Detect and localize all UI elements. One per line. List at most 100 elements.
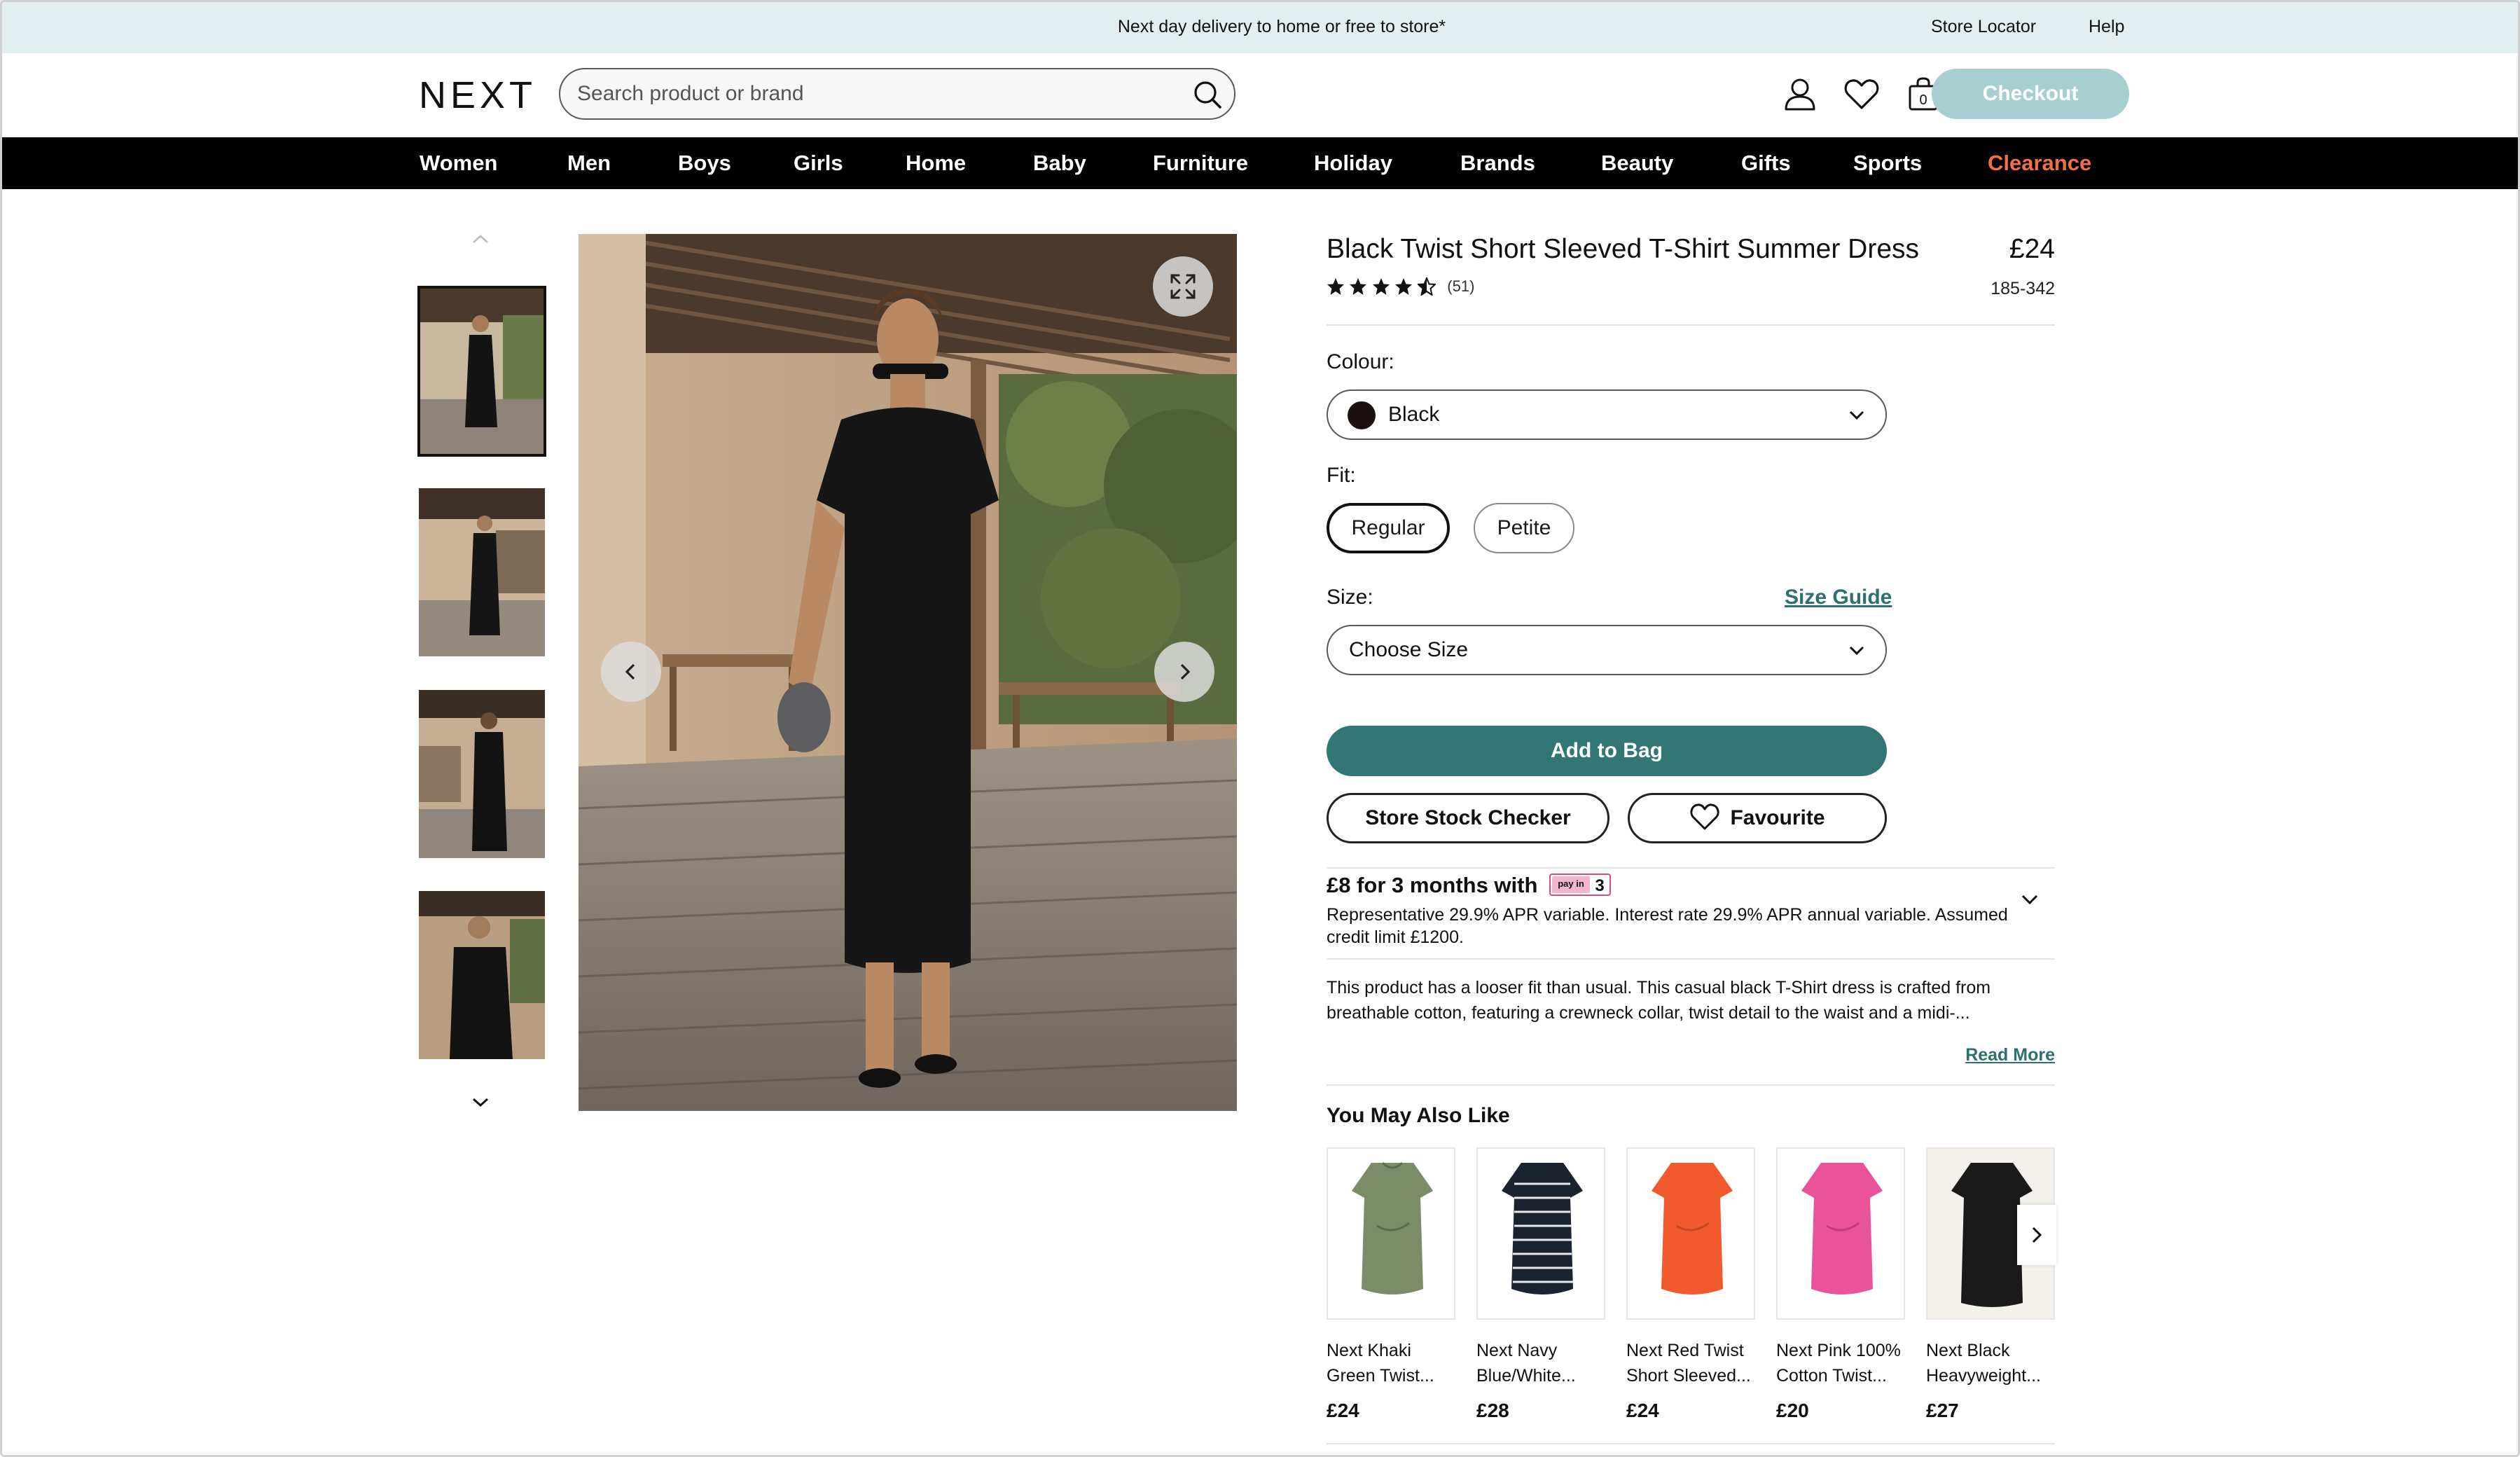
colour-swatch xyxy=(1348,401,1376,429)
chevron-down-icon xyxy=(1849,410,1864,420)
nav-item-clearance[interactable]: Clearance xyxy=(1988,137,2091,189)
rec-price: £20 xyxy=(1776,1400,1809,1421)
promo-message[interactable]: Next day delivery to home or free to sto… xyxy=(0,0,2520,53)
review-count[interactable]: (51) xyxy=(1447,277,1474,296)
size-guide-link[interactable]: Size Guide xyxy=(1785,586,1892,609)
payin3-badge-small: pay in xyxy=(1558,878,1584,889)
thumbnail-3-image xyxy=(419,690,545,858)
fit-regular-button[interactable]: Regular xyxy=(1327,503,1450,553)
search-bar xyxy=(559,68,1235,120)
promo-bar: Next day delivery to home or free to sto… xyxy=(0,0,2520,53)
rec-name: Next Navy Blue/White... xyxy=(1476,1341,1576,1386)
expand-icon xyxy=(1170,274,1196,299)
thumbs-up-chevron-icon[interactable] xyxy=(468,231,493,248)
dress-image xyxy=(1652,1163,1733,1294)
main-product-image[interactable] xyxy=(579,234,1237,1111)
divider xyxy=(1327,324,2055,326)
store-stock-checker-button[interactable]: Store Stock Checker xyxy=(1327,793,1609,843)
nav-item-men[interactable]: Men xyxy=(567,137,611,189)
bag-count: 0 xyxy=(1919,92,1927,108)
nav-item-gifts[interactable]: Gifts xyxy=(1741,137,1791,189)
store-locator-link[interactable]: Store Locator xyxy=(1931,0,2036,53)
finance-title: £8 for 3 months with pay in 3 xyxy=(1327,873,1612,898)
nav-item-holiday[interactable]: Holiday xyxy=(1314,137,1392,189)
you-may-also-like-title: You May Also Like xyxy=(1327,1104,1510,1127)
product-description: This product has a looser fit than usual… xyxy=(1327,978,1991,1023)
fullscreen-button[interactable] xyxy=(1153,256,1213,317)
rec-price: £24 xyxy=(1327,1400,1359,1421)
nav-item-beauty[interactable]: Beauty xyxy=(1601,137,1673,189)
rec-name: Next Khaki Green Twist... xyxy=(1327,1341,1434,1386)
nav-item-boys[interactable]: Boys xyxy=(678,137,731,189)
heart-icon[interactable] xyxy=(1842,74,1881,113)
product-photo xyxy=(579,234,1237,1111)
chevron-down-icon xyxy=(1849,646,1864,656)
main-nav: Women Men Boys Girls Home Baby Furniture… xyxy=(0,137,2520,189)
search-icon[interactable] xyxy=(1192,79,1223,110)
size-select[interactable]: Choose Size xyxy=(1327,625,1887,675)
chevron-down-icon[interactable] xyxy=(2020,890,2040,909)
thumbnail-4[interactable] xyxy=(419,891,545,1059)
rating-stars[interactable]: (51) xyxy=(1327,277,1474,298)
rec-price: £24 xyxy=(1626,1400,1659,1421)
payin3-badge: pay in 3 xyxy=(1549,873,1612,896)
rec-image xyxy=(1476,1147,1605,1320)
chevron-left-icon xyxy=(625,663,635,680)
finance-title-text: £8 for 3 months with xyxy=(1327,873,1538,897)
next-logo[interactable]: NEXT xyxy=(419,74,538,116)
prev-image-button[interactable] xyxy=(601,642,661,702)
account-icon[interactable] xyxy=(1780,74,1820,113)
read-more-link[interactable]: Read More xyxy=(1965,1045,2055,1065)
finance-text: Representative 29.9% APR variable. Inter… xyxy=(1327,905,2008,947)
rec-card-1[interactable]: Next Khaki Green Twist... £24 xyxy=(1327,1147,1455,1422)
dress-image xyxy=(1801,1163,1883,1294)
dress-image xyxy=(1502,1163,1583,1294)
fit-label: Fit: xyxy=(1327,464,1356,487)
next-image-button[interactable] xyxy=(1154,642,1214,702)
size-label: Size: xyxy=(1327,586,1373,609)
checkout-button[interactable]: Checkout xyxy=(1932,69,2129,119)
rec-card-4[interactable]: Next Pink 100% Cotton Twist... £20 xyxy=(1776,1147,1905,1422)
svg-text:3: 3 xyxy=(1595,876,1604,895)
rec-image xyxy=(1327,1147,1455,1320)
thumbnail-3[interactable] xyxy=(419,690,545,858)
nav-item-home[interactable]: Home xyxy=(906,137,966,189)
favourite-label: Favourite xyxy=(1730,806,1825,829)
heart-icon xyxy=(1690,803,1720,830)
divider xyxy=(1327,958,2055,960)
product-title: Black Twist Short Sleeved T-Shirt Summer… xyxy=(1327,234,1920,264)
carousel-next-button[interactable] xyxy=(2017,1205,2056,1265)
thumbs-down-chevron-icon[interactable] xyxy=(468,1094,493,1111)
star-icon xyxy=(1327,278,1344,295)
rec-card-2[interactable]: Next Navy Blue/White... £28 xyxy=(1476,1147,1605,1422)
add-to-bag-button[interactable]: Add to Bag xyxy=(1327,726,1887,776)
thumbnail-2[interactable] xyxy=(419,488,545,656)
rec-name: Next Red Twist Short Sleeved... xyxy=(1626,1341,1751,1386)
thumbnail-1-image xyxy=(419,287,545,455)
nav-item-sports[interactable]: Sports xyxy=(1853,137,1922,189)
rec-price: £28 xyxy=(1476,1400,1509,1421)
nav-item-furniture[interactable]: Furniture xyxy=(1153,137,1248,189)
star-icon xyxy=(1350,278,1367,295)
divider xyxy=(1327,1084,2055,1086)
item-code: 185-342 xyxy=(1991,279,2055,298)
fit-petite-button[interactable]: Petite xyxy=(1474,503,1574,553)
chevron-right-icon xyxy=(1180,663,1191,680)
divider xyxy=(1327,867,2055,869)
help-link[interactable]: Help xyxy=(2089,0,2124,53)
nav-item-girls[interactable]: Girls xyxy=(794,137,843,189)
nav-item-brands[interactable]: Brands xyxy=(1460,137,1535,189)
rec-card-5[interactable]: Next Black Heavyweight... £27 xyxy=(1926,1147,2055,1422)
colour-select[interactable]: Black xyxy=(1327,389,1887,440)
rec-name: Next Pink 100% Cotton Twist... xyxy=(1776,1341,1901,1386)
dress-image xyxy=(1352,1161,1433,1294)
colour-label: Colour: xyxy=(1327,350,1394,373)
nav-item-baby[interactable]: Baby xyxy=(1033,137,1086,189)
nav-item-women[interactable]: Women xyxy=(420,137,497,189)
rec-card-3[interactable]: Next Red Twist Short Sleeved... £24 xyxy=(1626,1147,1755,1422)
star-icon xyxy=(1395,278,1413,295)
colour-value: Black xyxy=(1388,403,1440,426)
search-input[interactable] xyxy=(577,69,1158,118)
thumbnail-1[interactable] xyxy=(417,286,546,457)
favourite-button[interactable]: Favourite xyxy=(1628,793,1887,843)
